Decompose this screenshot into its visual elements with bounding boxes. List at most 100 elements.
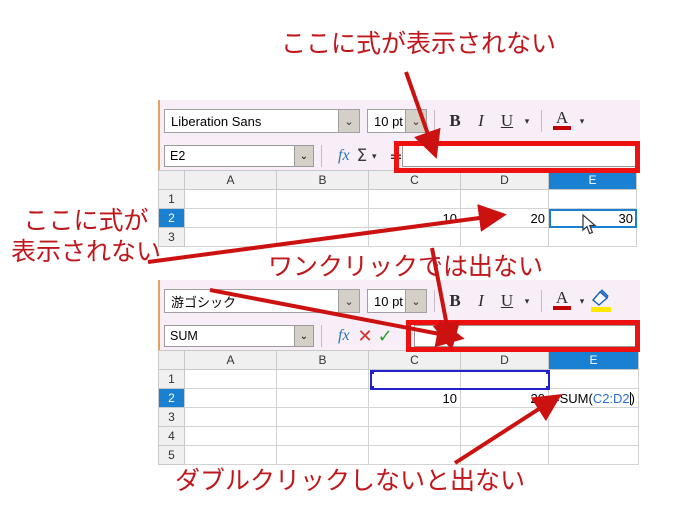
cell-e1[interactable] [548,189,637,209]
sheet-grid-bottom: A B C D E 1 2 10 20 =SUM(C2:D2) 3 4 5 [158,350,640,465]
cell-a1[interactable] [184,189,277,209]
underline-options-caret-icon[interactable]: ▾ [520,288,534,314]
cell-d1[interactable] [460,369,549,389]
cell-b4[interactable] [276,426,369,446]
underline-button-bottom[interactable]: U [494,288,520,314]
select-all-corner[interactable] [158,350,185,370]
font-name-combo-top[interactable]: Liberation Sans ⌄ [164,109,360,133]
font-size-combo-top[interactable]: 10 pt ⌄ [367,109,427,133]
function-wizard-icon[interactable]: fx [338,327,350,345]
function-wizard-icon[interactable]: fx [338,147,350,165]
cell-e4[interactable] [547,426,640,446]
cell-d5[interactable] [460,445,549,465]
cell-c5[interactable] [368,445,461,465]
cell-c3[interactable] [368,227,461,247]
cell-e3[interactable] [547,407,640,427]
name-box-top[interactable]: E2 ⌄ [164,145,314,167]
cell-a3[interactable] [184,227,277,247]
annotation-bottom: ダブルクリックしないと出ない [175,466,526,495]
row-header-5[interactable]: 5 [158,445,185,465]
font-color-caret-icon[interactable]: ▾ [575,108,589,134]
highlighting-color-icon[interactable] [589,288,613,314]
cell-e2-editing[interactable]: =SUM(C2:D2) [547,388,640,408]
cancel-formula-icon[interactable]: ✕ [358,326,373,347]
italic-button-top[interactable]: I [468,108,494,134]
column-header-c[interactable]: C [368,350,461,370]
column-header-c[interactable]: C [368,170,461,190]
cell-d2[interactable]: 20 [460,208,549,228]
chevron-down-icon[interactable]: ⌄ [294,326,313,346]
font-name-combo-bottom[interactable]: 游ゴシック ⌄ [164,289,360,313]
chevron-down-icon[interactable]: ⌄ [338,110,359,132]
cell-c2[interactable]: 10 [368,208,461,228]
cell-b2[interactable] [276,208,369,228]
row-header-1[interactable]: 1 [158,369,185,389]
chevron-down-icon[interactable]: ⌄ [405,290,426,312]
column-header-d[interactable]: D [460,170,549,190]
cell-c1[interactable] [368,189,461,209]
row-header-3[interactable]: 3 [158,407,185,427]
cell-d3[interactable] [460,227,549,247]
cell-b2[interactable] [276,388,369,408]
cell-d1[interactable] [460,189,549,209]
italic-button-bottom[interactable]: I [468,288,494,314]
underline-button-top[interactable]: U [494,108,520,134]
cell-a5[interactable] [184,445,277,465]
cell-a2[interactable] [184,208,277,228]
cell-c3[interactable] [368,407,461,427]
column-header-a[interactable]: A [184,170,277,190]
sum-icon[interactable]: Σ [357,146,368,166]
cell-d3[interactable] [460,407,549,427]
chevron-down-icon[interactable]: ⌄ [338,290,359,312]
select-all-corner[interactable] [158,170,185,190]
bold-button-top[interactable]: B [442,108,468,134]
formula-bar-divider [321,325,322,347]
bold-button-bottom[interactable]: B [442,288,468,314]
annotation-left-line2: 表示されない [10,237,161,266]
cell-c1[interactable] [368,369,461,389]
row-header-2[interactable]: 2 [158,388,185,408]
font-size-combo-bottom[interactable]: 10 pt ⌄ [367,289,427,313]
cell-b3[interactable] [276,407,369,427]
cell-a2[interactable] [184,388,277,408]
font-color-button-bottom[interactable]: A [549,288,575,314]
cell-b5[interactable] [276,445,369,465]
annotation-middle: ワンクリックでは出ない [268,252,544,281]
cell-e2[interactable]: 30 [548,208,637,228]
formatting-toolbar-top: Liberation Sans ⌄ 10 pt ⌄ B I U ▾ A ▾ [158,100,640,142]
cell-d4[interactable] [460,426,549,446]
cell-c2[interactable]: 10 [368,388,461,408]
cell-b1[interactable] [276,369,369,389]
cell-e3[interactable] [548,227,637,247]
column-header-a[interactable]: A [184,350,277,370]
row-header-4[interactable]: 4 [158,426,185,446]
column-header-e[interactable]: E [548,170,637,190]
cell-a4[interactable] [184,426,277,446]
annotation-top: ここに式が表示されない [281,29,557,58]
cell-e5[interactable] [547,445,640,465]
chevron-down-icon[interactable]: ⌄ [405,110,426,132]
column-header-b[interactable]: B [276,170,369,190]
cell-a3[interactable] [184,407,277,427]
cell-e1[interactable] [547,369,640,389]
sum-options-caret-icon[interactable]: ▾ [367,143,381,169]
font-name-value-bottom: 游ゴシック [171,295,237,311]
font-size-value-top: 10 pt [374,113,403,129]
accept-formula-icon[interactable]: ✓ [378,326,393,347]
column-header-b[interactable]: B [276,350,369,370]
font-color-caret-icon[interactable]: ▾ [575,288,589,314]
column-header-e[interactable]: E [547,350,640,370]
font-color-button-top[interactable]: A [549,108,575,134]
cell-a1[interactable] [184,369,277,389]
table-row: 4 [158,426,640,446]
cell-b3[interactable] [276,227,369,247]
cell-d2[interactable]: 20 [460,388,549,408]
chevron-down-icon[interactable]: ⌄ [294,146,313,166]
underline-options-caret-icon[interactable]: ▾ [520,108,534,134]
toolbar-divider [541,290,542,312]
cell-b1[interactable] [276,189,369,209]
cell-c4[interactable] [368,426,461,446]
column-header-d[interactable]: D [460,350,549,370]
name-box-bottom[interactable]: SUM ⌄ [164,325,314,347]
sheet-grid-top: A B C D E 1 2 10 20 30 3 [158,170,640,247]
